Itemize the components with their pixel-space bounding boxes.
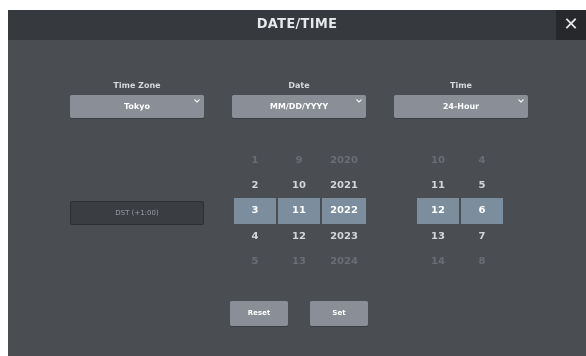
hour-option[interactable]: 14 xyxy=(417,249,459,275)
dst-toggle-button[interactable]: DST (+1:00) xyxy=(70,201,204,225)
hour-option[interactable]: 13 xyxy=(417,224,459,250)
minute-option[interactable]: 8 xyxy=(461,249,503,275)
reset-button[interactable]: Reset xyxy=(230,301,288,326)
time-zone-dropdown[interactable]: Tokyo xyxy=(70,95,204,118)
month-option[interactable]: 2 xyxy=(234,173,276,199)
date-label: Date xyxy=(288,81,310,90)
title-bar: DATE/TIME ✕ xyxy=(8,10,586,40)
day-option[interactable]: 12 xyxy=(278,224,320,250)
time-format-value: 24-Hour xyxy=(442,102,480,111)
time-label: Time xyxy=(450,81,472,90)
day-option[interactable]: 13 xyxy=(278,249,320,275)
month-option[interactable]: 1 xyxy=(234,148,276,174)
minute-option[interactable]: 5 xyxy=(461,173,503,199)
year-option[interactable]: 2021 xyxy=(322,173,366,199)
month-selected[interactable]: 3 xyxy=(234,198,276,224)
minute-option[interactable]: 7 xyxy=(461,224,503,250)
minute-selected[interactable]: 6 xyxy=(461,198,503,224)
month-option[interactable]: 4 xyxy=(234,224,276,250)
year-option[interactable]: 2024 xyxy=(322,249,366,275)
month-option[interactable]: 5 xyxy=(234,249,276,275)
chevron-down-icon xyxy=(518,99,524,103)
date-format-value: MM/DD/YYYY xyxy=(269,102,329,111)
day-selected[interactable]: 11 xyxy=(278,198,320,224)
time-zone-value: Tokyo xyxy=(124,102,150,111)
year-option[interactable]: 2023 xyxy=(322,224,366,250)
day-option[interactable]: 9 xyxy=(278,148,320,174)
year-option[interactable]: 2020 xyxy=(322,148,366,174)
window-title: DATE/TIME xyxy=(256,17,338,32)
minute-option[interactable]: 4 xyxy=(461,148,503,174)
dst-label: DST (+1:00) xyxy=(115,209,159,217)
hour-selected[interactable]: 12 xyxy=(417,198,459,224)
set-button[interactable]: Set xyxy=(310,301,368,326)
close-icon: ✕ xyxy=(563,14,579,35)
close-button[interactable]: ✕ xyxy=(556,10,586,40)
hour-option[interactable]: 11 xyxy=(417,173,459,199)
date-format-dropdown[interactable]: MM/DD/YYYY xyxy=(232,95,366,118)
year-selected[interactable]: 2022 xyxy=(322,198,366,224)
chevron-down-icon xyxy=(194,99,200,103)
time-zone-label: Time Zone xyxy=(113,81,161,90)
date-time-window: DATE/TIME ✕ Time Zone Tokyo Date MM/DD/Y… xyxy=(8,10,586,356)
hour-option[interactable]: 10 xyxy=(417,148,459,174)
time-format-dropdown[interactable]: 24-Hour xyxy=(394,95,528,118)
chevron-down-icon xyxy=(356,99,362,103)
day-option[interactable]: 10 xyxy=(278,173,320,199)
